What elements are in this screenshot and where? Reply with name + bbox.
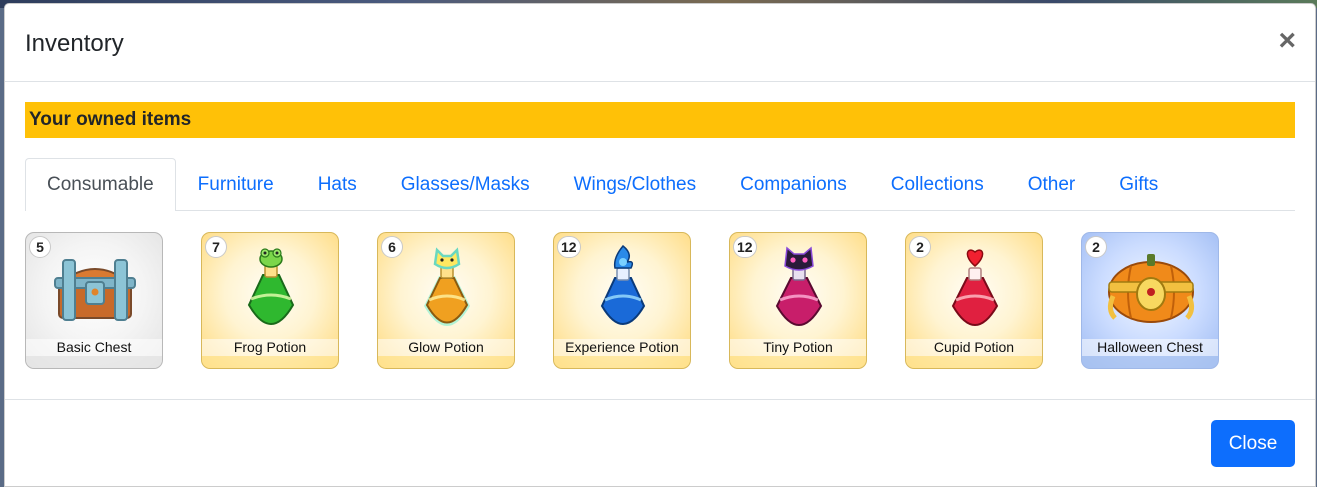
item-name: Basic Chest xyxy=(26,339,162,356)
modal-body: Your owned items Consumable Furniture Ha… xyxy=(5,82,1315,369)
inventory-modal: Inventory × Your owned items Consumable … xyxy=(4,3,1316,487)
modal-header: Inventory × xyxy=(5,4,1315,82)
item-count-badge: 6 xyxy=(381,236,403,258)
close-button[interactable]: Close xyxy=(1211,420,1295,467)
tab-wings-clothes[interactable]: Wings/Clothes xyxy=(552,158,719,210)
item-tiny-potion[interactable]: 12 Tiny Potion xyxy=(729,232,867,369)
category-tabs: Consumable Furniture Hats Glasses/Masks … xyxy=(25,158,1295,211)
tab-collections[interactable]: Collections xyxy=(869,158,1006,210)
tab-glasses-masks[interactable]: Glasses/Masks xyxy=(379,158,552,210)
item-count-badge: 12 xyxy=(733,236,757,258)
item-name: Tiny Potion xyxy=(730,339,866,356)
modal-footer: Close xyxy=(5,399,1315,486)
item-name: Halloween Chest xyxy=(1082,339,1218,356)
item-count-badge: 7 xyxy=(205,236,227,258)
tab-companions[interactable]: Companions xyxy=(718,158,869,210)
item-count-badge: 2 xyxy=(909,236,931,258)
item-glow-potion[interactable]: 6 Glow Potion xyxy=(377,232,515,369)
item-basic-chest[interactable]: 5 Basic Chest xyxy=(25,232,163,369)
item-count-badge: 2 xyxy=(1085,236,1107,258)
item-cupid-potion[interactable]: 2 Cupid Potion xyxy=(905,232,1043,369)
item-name: Frog Potion xyxy=(202,339,338,356)
close-icon[interactable]: × xyxy=(1278,25,1296,56)
tab-other[interactable]: Other xyxy=(1006,158,1098,210)
tab-hats[interactable]: Hats xyxy=(296,158,379,210)
item-name: Cupid Potion xyxy=(906,339,1042,356)
tab-gifts[interactable]: Gifts xyxy=(1097,158,1180,210)
item-count-badge: 12 xyxy=(557,236,581,258)
item-grid: 5 Basic Chest 7 Frog Potion 6 Glow Potio… xyxy=(25,232,1295,369)
item-experience-potion[interactable]: 12 Experience Potion xyxy=(553,232,691,369)
item-count-badge: 5 xyxy=(29,236,51,258)
owned-items-banner: Your owned items xyxy=(25,102,1295,138)
tab-consumable[interactable]: Consumable xyxy=(25,158,176,211)
item-name: Glow Potion xyxy=(378,339,514,356)
modal-title: Inventory xyxy=(25,29,124,57)
item-halloween-chest[interactable]: 2 Halloween Chest xyxy=(1081,232,1219,369)
item-name: Experience Potion xyxy=(554,339,690,356)
item-frog-potion[interactable]: 7 Frog Potion xyxy=(201,232,339,369)
tab-furniture[interactable]: Furniture xyxy=(176,158,296,210)
